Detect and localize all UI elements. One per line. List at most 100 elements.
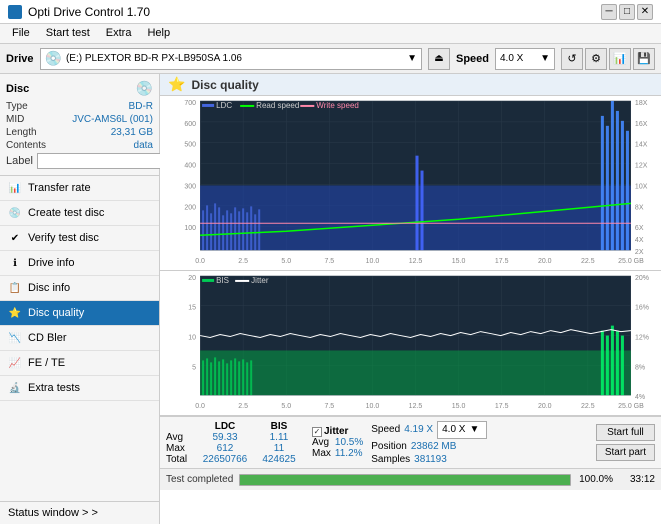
menu-extra[interactable]: Extra [98, 26, 140, 41]
disc-quality-icon: ⭐ [8, 306, 22, 320]
drive-info-icon: ℹ [8, 256, 22, 270]
speed-section-value: 4.19 X [404, 424, 433, 435]
sidebar-item-drive-info[interactable]: ℹ Drive info [0, 251, 159, 276]
svg-text:400: 400 [184, 163, 196, 170]
chart-bottom-container: 20 15 10 5 20% 16% 12% 8% 4% 0.0 2.5 5.0… [160, 271, 661, 416]
svg-text:7.5: 7.5 [324, 403, 334, 410]
svg-text:100: 100 [184, 225, 196, 232]
svg-text:Read speed: Read speed [256, 101, 299, 110]
extra-tests-icon: 🔬 [8, 381, 22, 395]
svg-text:20.0: 20.0 [538, 258, 552, 265]
samples-label: Samples [371, 454, 410, 465]
sidebar-item-label-fe-te: FE / TE [28, 357, 65, 369]
refresh-button[interactable]: ↺ [561, 48, 583, 70]
stats-total-label: Total [166, 454, 196, 465]
svg-text:17.5: 17.5 [495, 403, 509, 410]
fe-te-icon: 📈 [8, 356, 22, 370]
svg-text:2.5: 2.5 [238, 258, 248, 265]
stats-bis-total: 424625 [254, 454, 304, 465]
start-part-button[interactable]: Start part [596, 444, 655, 461]
action-buttons: Start full Start part [596, 424, 655, 461]
svg-text:25.0 GB: 25.0 GB [618, 258, 644, 265]
sidebar-item-label-create-test-disc: Create test disc [28, 207, 104, 219]
sidebar-item-extra-tests[interactable]: 🔬 Extra tests [0, 376, 159, 401]
speed-label: Speed [456, 53, 489, 65]
menu-help[interactable]: Help [139, 26, 178, 41]
sidebar-item-label-cd-bler: CD Bler [28, 332, 67, 344]
sidebar-menu: 📊 Transfer rate 💿 Create test disc ✔ Ver… [0, 176, 159, 501]
disc-info-icon: 📋 [8, 281, 22, 295]
app-icon [8, 5, 22, 19]
titlebar-controls: ─ □ ✕ [601, 4, 653, 20]
sidebar-item-transfer-rate[interactable]: 📊 Transfer rate [0, 176, 159, 201]
settings-button[interactable]: ⚙ [585, 48, 607, 70]
stats-header-blank [166, 421, 196, 432]
position-label: Position [371, 441, 407, 452]
speed-value: 4.0 X [500, 53, 523, 64]
disc-label-row: Label 🔍 [6, 153, 153, 169]
svg-text:15: 15 [188, 305, 196, 312]
sidebar-item-verify-test-disc[interactable]: ✔ Verify test disc [0, 226, 159, 251]
sidebar-item-disc-quality[interactable]: ⭐ Disc quality [0, 301, 159, 326]
progress-bar-container: Test completed 100.0% 33:12 [160, 468, 661, 490]
verify-test-disc-icon: ✔ [8, 231, 22, 245]
svg-text:700: 700 [184, 100, 196, 107]
sidebar-item-label-verify-test-disc: Verify test disc [28, 232, 99, 244]
svg-text:600: 600 [184, 121, 196, 128]
drive-select[interactable]: 💿 (E:) PLEXTOR BD-R PX-LB950SA 1.06 ▼ [40, 48, 422, 70]
svg-text:12.5: 12.5 [409, 258, 423, 265]
position-row: Position 23862 MB [371, 441, 487, 452]
svg-text:20: 20 [188, 275, 196, 282]
svg-text:8%: 8% [635, 364, 645, 371]
status-window[interactable]: Status window > > [0, 501, 159, 524]
svg-text:8X: 8X [635, 204, 644, 211]
disc-type-label: Type [6, 101, 28, 112]
sidebar-item-label-disc-info: Disc info [28, 282, 70, 294]
jitter-max-label: Max [312, 448, 331, 459]
stats-max-label: Max [166, 443, 196, 454]
stats-ldc-header: LDC [200, 421, 250, 432]
svg-text:6X: 6X [635, 225, 644, 232]
disc-length-label: Length [6, 127, 37, 138]
speed-select[interactable]: 4.0 X ▼ [495, 48, 555, 70]
disc-mid-label: MID [6, 114, 24, 125]
eject-button[interactable]: ⏏ [428, 48, 450, 70]
jitter-section: ✓ Jitter Avg 10.5% Max 11.2% [312, 426, 363, 459]
sidebar-item-create-test-disc[interactable]: 💿 Create test disc [0, 201, 159, 226]
cd-bler-icon: 📉 [8, 331, 22, 345]
close-button[interactable]: ✕ [637, 4, 653, 20]
svg-text:300: 300 [184, 183, 196, 190]
svg-text:2X: 2X [635, 249, 644, 256]
maximize-button[interactable]: □ [619, 4, 635, 20]
svg-text:5.0: 5.0 [281, 403, 291, 410]
jitter-checkbox[interactable]: ✓ [312, 427, 322, 437]
svg-text:200: 200 [184, 204, 196, 211]
sidebar-item-disc-info[interactable]: 📋 Disc info [0, 276, 159, 301]
stats-ldc-avg: 59.33 [200, 432, 250, 443]
main-area: Disc 💿 Type BD-R MID JVC-AMS6L (001) Len… [0, 74, 661, 524]
transfer-rate-icon: 📊 [8, 181, 22, 195]
progress-fill [240, 475, 570, 485]
disc-mid-row: MID JVC-AMS6L (001) [6, 114, 153, 125]
speed-dropdown[interactable]: 4.0 X ▼ [437, 421, 487, 439]
svg-text:22.5: 22.5 [581, 403, 595, 410]
disc-label-input[interactable] [37, 153, 171, 169]
sidebar-item-cd-bler[interactable]: 📉 CD Bler [0, 326, 159, 351]
jitter-avg-label: Avg [312, 437, 331, 448]
jitter-label: Jitter [324, 426, 348, 437]
save-button[interactable]: 💾 [633, 48, 655, 70]
svg-text:2.5: 2.5 [238, 403, 248, 410]
start-full-button[interactable]: Start full [596, 424, 655, 441]
svg-text:5.0: 5.0 [281, 258, 291, 265]
disc-contents-row: Contents data [6, 140, 153, 151]
svg-text:500: 500 [184, 142, 196, 149]
stats-bis-header: BIS [254, 421, 304, 432]
svg-text:16X: 16X [635, 121, 648, 128]
svg-text:15.0: 15.0 [452, 258, 466, 265]
sidebar-item-fe-te[interactable]: 📈 FE / TE [0, 351, 159, 376]
svg-text:5: 5 [192, 364, 196, 371]
chart-button[interactable]: 📊 [609, 48, 631, 70]
menu-file[interactable]: File [4, 26, 38, 41]
minimize-button[interactable]: ─ [601, 4, 617, 20]
menu-start-test[interactable]: Start test [38, 26, 98, 41]
